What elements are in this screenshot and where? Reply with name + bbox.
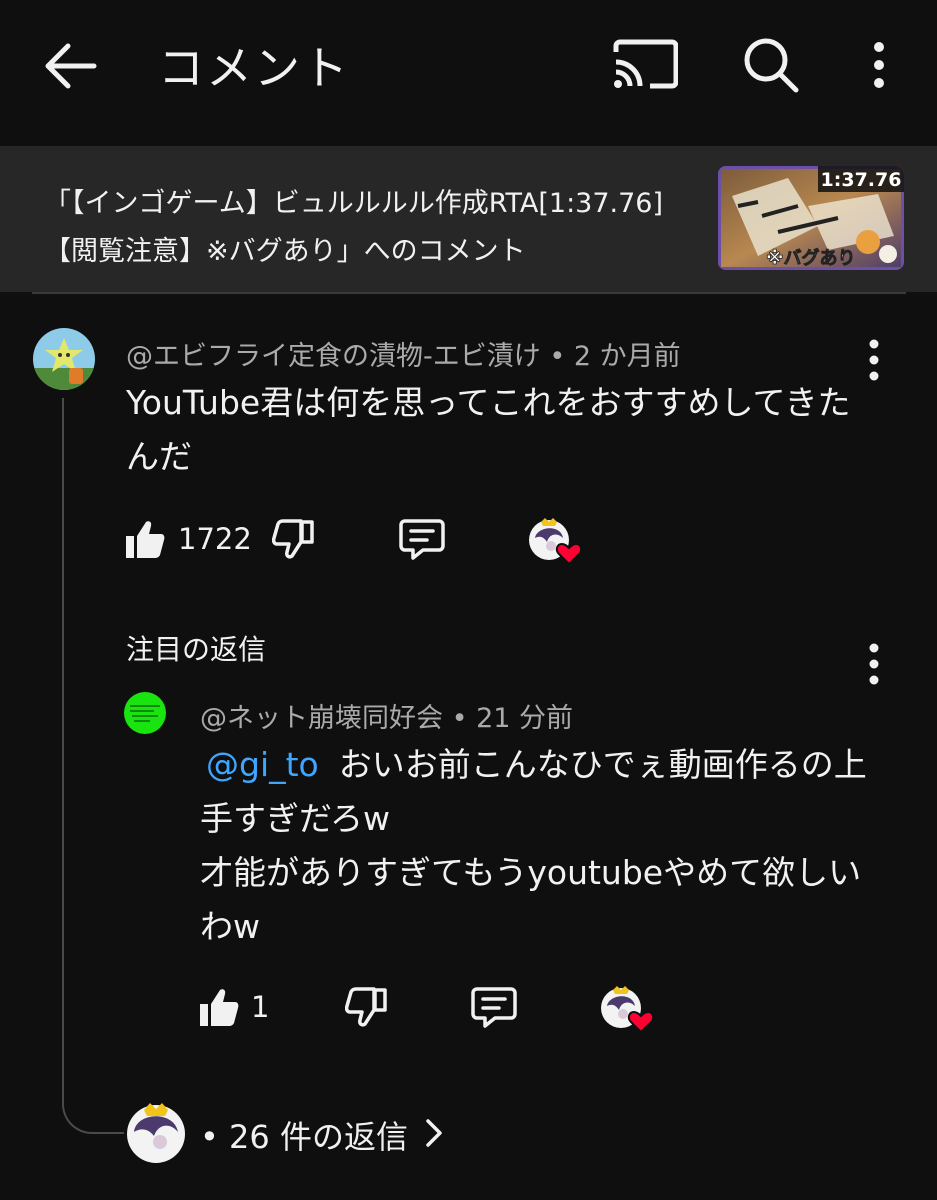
comment-text: YouTube君は何を思ってこれをおすすめしてきたんだ <box>126 383 851 476</box>
page-title: コメント <box>158 41 350 95</box>
like-icon[interactable] <box>124 518 166 560</box>
comment-meta: @エビフライ定食の漬物-エビ漬け • 2 か月前 <box>126 334 681 373</box>
mention-link[interactable]: @gi_to <box>200 745 339 784</box>
reply-avatar[interactable] <box>124 692 166 734</box>
reply-time: 21 分前 <box>476 703 574 734</box>
replies-bullet: • <box>200 1118 219 1156</box>
creator-heart-icon <box>601 986 655 1034</box>
reply-icon[interactable] <box>399 518 445 560</box>
reply-icon[interactable] <box>471 986 517 1028</box>
comment-author[interactable]: @エビフライ定食の漬物-エビ漬け <box>126 341 541 372</box>
reply-author[interactable]: @ネット崩壊同好会 <box>200 703 443 734</box>
more-vertical-icon[interactable] <box>864 40 894 90</box>
chevron-right-icon[interactable] <box>424 1118 444 1148</box>
thumbnail-caption: ※バグあり <box>766 247 856 269</box>
highlighted-reply-label: 注目の返信 <box>126 633 267 666</box>
view-replies-button[interactable]: • 26 件の返信 <box>200 1112 408 1158</box>
meta-separator: • <box>443 703 477 734</box>
divider <box>32 292 906 294</box>
search-icon[interactable] <box>742 36 800 94</box>
reply-text-block: @gi_to おいお前こんなひでぇ動画作るの上手すぎだろw 才能がありすぎてもうy… <box>200 738 870 954</box>
avatar[interactable] <box>33 328 95 390</box>
reply-like-count: 1 <box>251 990 270 1024</box>
dislike-icon[interactable] <box>345 986 387 1028</box>
comment-time: 2 か月前 <box>573 341 681 372</box>
cast-icon[interactable] <box>612 38 678 90</box>
like-count: 1722 <box>178 522 252 556</box>
video-title: 「【インゴゲーム】ビュルルルル作成RTA[1:37.76]【閲覧注意】※バグあり… <box>44 188 663 267</box>
thumbnail-image: 1:37.76 ※バグあり <box>718 166 904 270</box>
meta-separator: • <box>540 341 574 372</box>
back-arrow-icon[interactable] <box>40 38 100 94</box>
replies-count-label: 26 件の返信 <box>229 1118 408 1156</box>
reply-more-icon[interactable] <box>861 642 887 686</box>
thread-line <box>62 398 124 1134</box>
creator-heart-icon <box>529 518 583 566</box>
dislike-icon[interactable] <box>272 518 314 560</box>
creator-avatar <box>127 1103 185 1163</box>
video-thumbnail[interactable]: 1:37.76 ※バグあり <box>718 166 904 270</box>
reply-meta: @ネット崩壊同好会 • 21 分前 <box>200 696 573 735</box>
thumbnail-timestamp: 1:37.76 <box>821 169 902 191</box>
like-icon[interactable] <box>198 986 240 1028</box>
